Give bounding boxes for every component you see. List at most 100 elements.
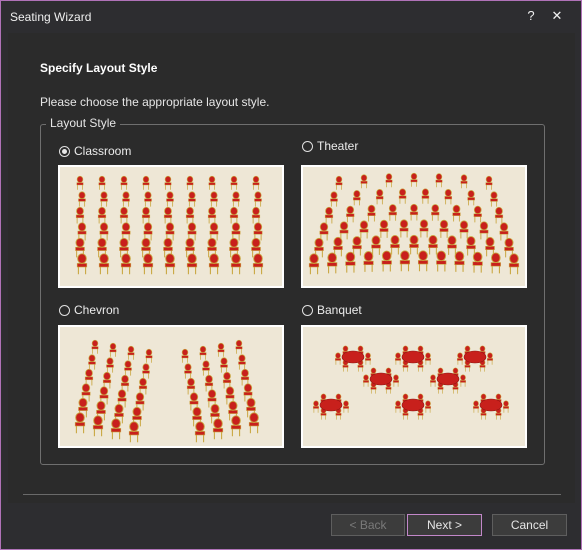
chair-icon xyxy=(248,412,260,434)
chair-icon xyxy=(365,352,371,365)
round-table-icon xyxy=(463,350,487,364)
theater-thumbnail[interactable] xyxy=(301,165,527,288)
chair-icon xyxy=(127,345,135,360)
theater-preview xyxy=(308,172,520,275)
chair-icon xyxy=(186,377,196,395)
help-button[interactable]: ? xyxy=(523,8,539,24)
chair-icon xyxy=(144,191,152,207)
chair-icon xyxy=(217,342,225,357)
chair-icon xyxy=(490,252,501,274)
chair-icon xyxy=(319,222,329,241)
chair-icon xyxy=(109,342,117,357)
chair-icon xyxy=(363,251,374,272)
chair-icon xyxy=(208,175,216,190)
chair-icon xyxy=(181,348,189,363)
chair-icon xyxy=(124,360,132,376)
theater-radio[interactable]: Theater xyxy=(302,139,358,153)
close-button[interactable]: ✕ xyxy=(549,8,565,24)
chair-icon xyxy=(324,206,334,224)
chair-icon xyxy=(208,253,220,275)
chair-icon xyxy=(343,400,349,413)
chair-icon xyxy=(410,172,418,187)
chair-icon xyxy=(503,400,509,413)
chair-icon xyxy=(163,206,173,224)
chair-icon xyxy=(459,220,469,239)
chair-icon xyxy=(142,175,150,190)
chair-icon xyxy=(143,222,153,241)
chair-icon xyxy=(106,357,114,373)
chair-icon xyxy=(120,175,128,190)
chair-icon xyxy=(100,191,108,207)
banquet-radio[interactable]: Banquet xyxy=(302,303,362,317)
chair-icon xyxy=(417,250,429,272)
chair-icon xyxy=(419,219,429,238)
chair-icon xyxy=(454,251,465,272)
chair-icon xyxy=(398,188,407,204)
radio-indicator[interactable] xyxy=(302,304,313,316)
chair-icon xyxy=(485,175,493,190)
radio-indicator[interactable] xyxy=(59,145,70,157)
chair-icon xyxy=(254,191,262,207)
classroom-radio[interactable]: Classroom xyxy=(59,144,131,158)
chair-icon xyxy=(352,236,362,256)
round-table-icon xyxy=(341,350,365,364)
banquet-thumbnail[interactable] xyxy=(301,325,527,448)
chair-icon xyxy=(141,206,151,224)
radio-indicator[interactable] xyxy=(302,140,313,152)
chair-icon xyxy=(335,175,343,190)
chair-icon xyxy=(110,418,122,440)
banquet-preview xyxy=(313,345,509,420)
round-table-icon xyxy=(479,398,503,412)
chair-icon xyxy=(395,400,401,413)
back-button[interactable]: < Back xyxy=(331,514,405,536)
chair-icon xyxy=(98,253,110,275)
round-table-icon xyxy=(401,350,425,364)
chair-icon xyxy=(460,174,468,189)
chair-icon xyxy=(212,418,224,440)
footer-separator xyxy=(23,494,561,495)
page-heading: Specify Layout Style xyxy=(40,61,158,75)
chair-icon xyxy=(425,400,431,413)
classroom-thumbnail[interactable] xyxy=(58,165,284,288)
chevron-label: Chevron xyxy=(74,303,120,317)
chair-icon xyxy=(335,352,341,365)
chair-icon xyxy=(166,191,174,207)
round-table-icon xyxy=(401,398,425,412)
next-button[interactable]: Next > xyxy=(407,514,482,536)
chair-icon xyxy=(339,221,349,240)
chair-icon xyxy=(379,219,389,238)
chair-icon xyxy=(375,189,384,205)
chair-icon xyxy=(346,205,355,223)
chair-icon xyxy=(479,221,489,240)
chair-icon xyxy=(188,191,196,207)
dialog-window: Seating Wizard ? ✕ Specify Layout Style … xyxy=(0,0,582,550)
chair-icon xyxy=(92,415,104,437)
chair-icon xyxy=(88,354,96,370)
group-legend: Layout Style xyxy=(46,116,121,130)
chair-icon xyxy=(98,175,106,190)
chair-icon xyxy=(204,374,214,392)
chevron-radio[interactable]: Chevron xyxy=(59,303,119,317)
classroom-preview xyxy=(75,175,264,275)
wizard-page: Specify Layout Style Please choose the a… xyxy=(8,33,575,503)
chair-icon xyxy=(145,348,153,363)
chair-icon xyxy=(230,415,242,437)
chair-icon xyxy=(77,222,87,241)
chair-icon xyxy=(444,189,453,205)
chair-icon xyxy=(186,253,198,275)
chair-icon xyxy=(252,253,264,275)
chair-icon xyxy=(142,253,154,275)
chair-icon xyxy=(199,345,207,360)
chevron-thumbnail[interactable] xyxy=(58,325,284,448)
chair-icon xyxy=(409,203,419,221)
chair-icon xyxy=(187,222,197,241)
chair-icon xyxy=(164,253,176,275)
chair-icon xyxy=(467,190,475,206)
chair-icon xyxy=(460,374,466,387)
cancel-button[interactable]: Cancel xyxy=(492,514,567,536)
chair-icon xyxy=(395,352,401,365)
chair-icon xyxy=(308,253,320,275)
chair-icon xyxy=(363,374,369,387)
radio-indicator[interactable] xyxy=(59,304,70,316)
chair-icon xyxy=(238,354,246,370)
